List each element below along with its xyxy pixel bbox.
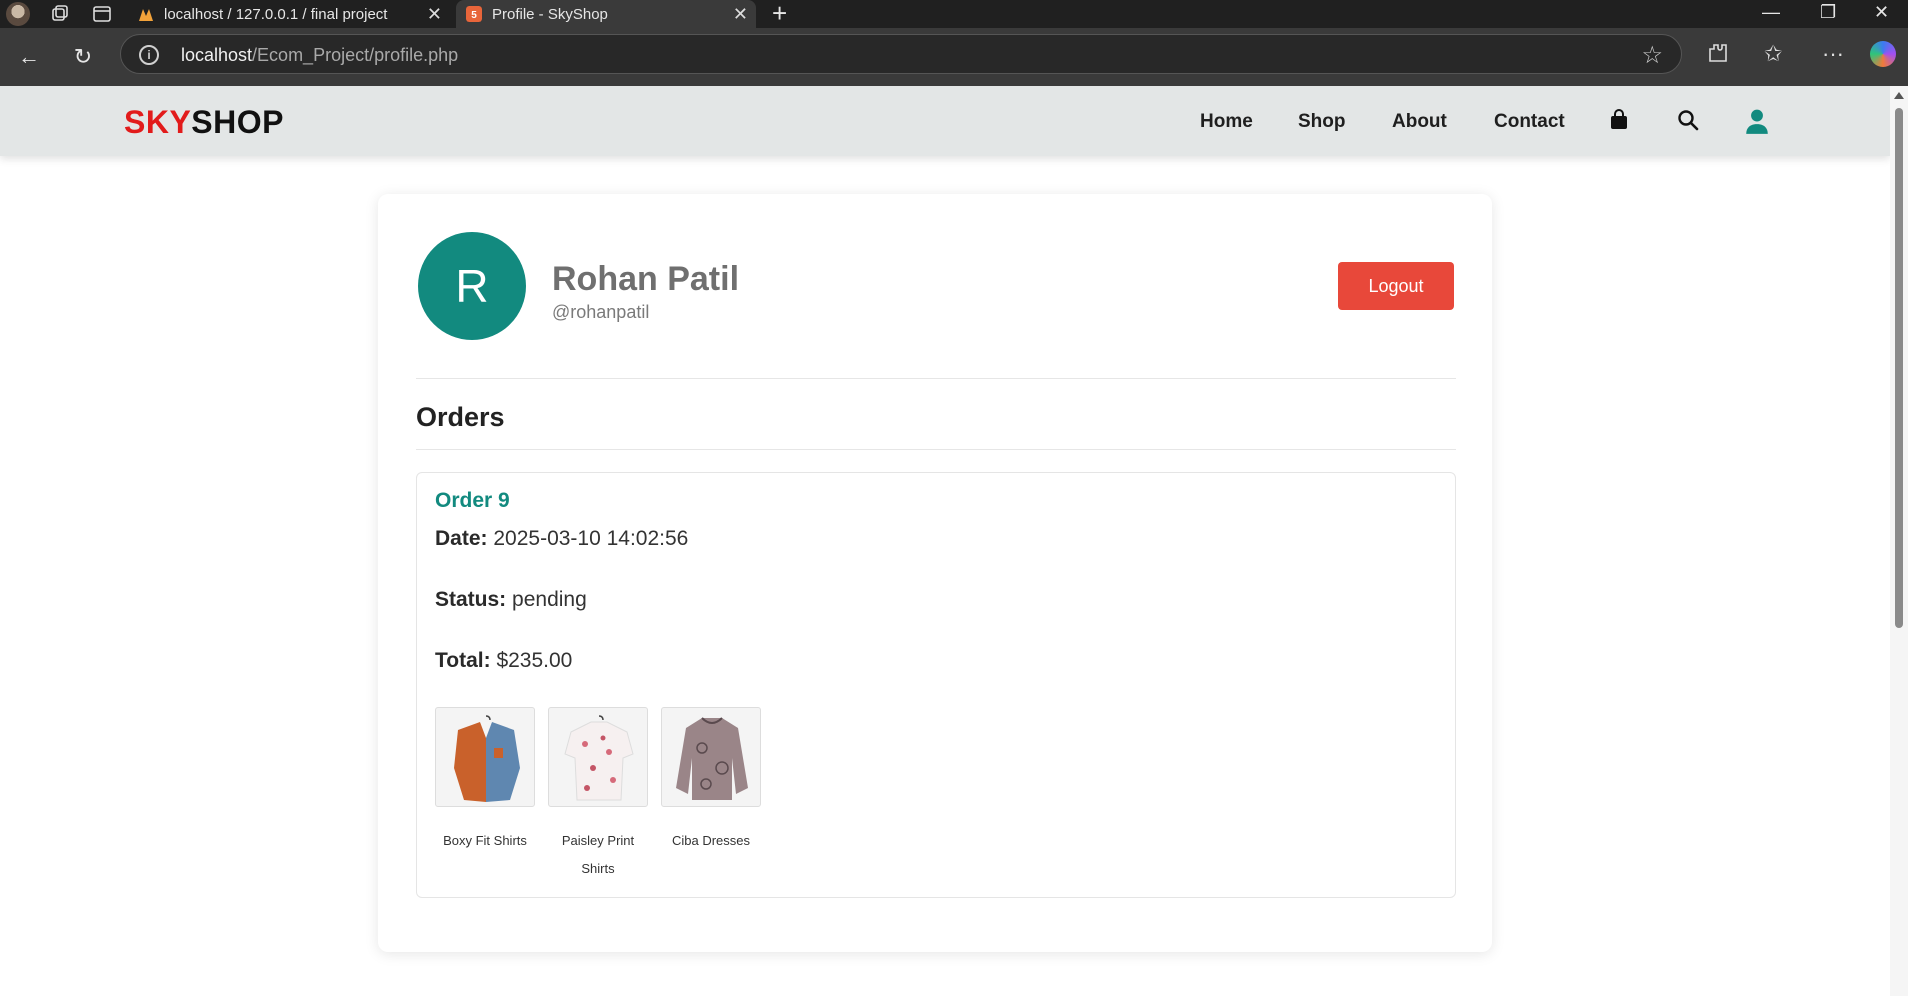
product-image[interactable]	[435, 707, 535, 807]
more-options-icon[interactable]: ···	[1822, 41, 1844, 67]
site-header: SKYSHOP Home Shop About Contact	[0, 86, 1890, 156]
orders-heading: Orders	[416, 402, 505, 432]
order-title: Order 9	[435, 489, 510, 512]
extensions-icon[interactable]	[1706, 41, 1730, 65]
product-item[interactable]: Ciba Dresses	[661, 707, 761, 855]
product-item[interactable]: Boxy Fit Shirts	[435, 707, 535, 855]
search-icon[interactable]	[1676, 108, 1700, 132]
page-scrollbar[interactable]	[1890, 86, 1908, 996]
address-toolbar: ← ↻ i localhost/Ecom_Project/profile.php…	[0, 28, 1908, 86]
logout-button[interactable]: Logout	[1338, 262, 1454, 310]
order-date: Date: 2025-03-10 14:02:56	[435, 527, 689, 550]
tab-profile[interactable]: 5 Profile - SkyShop ✕	[456, 0, 756, 28]
workspaces-icon[interactable]	[50, 4, 70, 24]
phpmyadmin-icon	[139, 9, 153, 21]
divider	[416, 378, 1456, 379]
tab-phpmyadmin[interactable]: localhost / 127.0.0.1 / final project ✕	[130, 0, 450, 28]
nav-about[interactable]: About	[1392, 111, 1447, 133]
restore-icon[interactable]: ❐	[1820, 2, 1836, 23]
order-total: Total: $235.00	[435, 649, 573, 672]
product-name: Ciba Dresses	[671, 833, 751, 848]
product-item[interactable]: Paisley Print Shirts	[548, 707, 648, 883]
divider	[416, 449, 1456, 450]
copilot-icon[interactable]	[1870, 41, 1896, 67]
product-image[interactable]	[548, 707, 648, 807]
product-name: Paisley Print Shirts	[561, 833, 635, 876]
product-image[interactable]	[661, 707, 761, 807]
profile-name: Rohan Patil	[552, 260, 740, 298]
profile-card: R Rohan Patil @rohanpatil Logout Orders …	[378, 194, 1492, 952]
product-name: Boxy Fit Shirts	[443, 833, 527, 848]
address-bar[interactable]: i localhost/Ecom_Project/profile.php ☆	[120, 34, 1682, 74]
close-tab-icon[interactable]: ✕	[427, 4, 442, 25]
order-card: Order 9 Date: 2025-03-10 14:02:56 Status…	[416, 472, 1456, 898]
nav-shop[interactable]: Shop	[1298, 111, 1346, 133]
scrollbar-thumb[interactable]	[1895, 108, 1903, 628]
minimize-icon[interactable]: —	[1762, 2, 1780, 23]
scroll-up-arrow-icon[interactable]	[1894, 92, 1904, 99]
tab-title: Profile - SkyShop	[492, 5, 608, 23]
browser-profile-avatar[interactable]	[6, 2, 30, 26]
nav-home[interactable]: Home	[1200, 111, 1253, 133]
html5-icon: 5	[466, 6, 482, 22]
tab-actions-icon[interactable]	[92, 4, 112, 24]
profile-handle: @rohanpatil	[552, 302, 650, 322]
site-info-icon[interactable]: i	[139, 45, 159, 65]
web-page: SKYSHOP Home Shop About Contact R Rohan …	[0, 86, 1890, 996]
user-icon[interactable]	[1744, 108, 1770, 136]
close-window-icon[interactable]: ✕	[1874, 2, 1889, 23]
refresh-icon[interactable]: ↻	[68, 42, 98, 72]
browser-tab-strip: localhost / 127.0.0.1 / final project ✕ …	[0, 0, 1908, 28]
site-logo[interactable]: SKYSHOP	[124, 104, 284, 141]
avatar: R	[418, 232, 526, 340]
new-tab-icon[interactable]: +	[772, 0, 787, 28]
order-status: Status: pending	[435, 588, 587, 611]
nav-contact[interactable]: Contact	[1494, 111, 1565, 133]
back-icon[interactable]: ←	[14, 42, 44, 72]
svg-text:5: 5	[471, 10, 477, 21]
url-text: localhost/Ecom_Project/profile.php	[181, 45, 459, 65]
tab-title: localhost / 127.0.0.1 / final project	[164, 5, 388, 23]
close-tab-icon[interactable]: ✕	[733, 4, 748, 25]
favorite-star-icon[interactable]: ☆	[1641, 41, 1663, 70]
favorites-icon[interactable]: ✩	[1764, 41, 1782, 67]
shopping-bag-icon[interactable]	[1607, 108, 1631, 132]
